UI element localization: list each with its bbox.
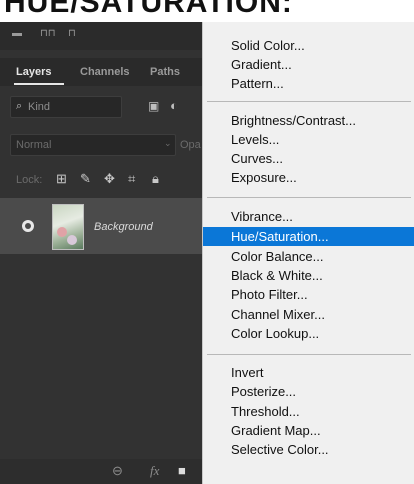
tab-active-indicator — [14, 83, 64, 85]
menu-item-pattern[interactable]: Pattern... — [203, 74, 414, 93]
visibility-eye-icon[interactable] — [22, 220, 34, 232]
thumbnail-flower — [57, 227, 67, 237]
filter-adjustment-icon[interactable]: ◐ — [170, 98, 178, 113]
opacity-label: Opa — [180, 139, 201, 151]
panel-toolbar-icon[interactable]: ▬ — [12, 28, 22, 39]
kind-filter-select[interactable] — [10, 96, 122, 118]
panel-toolbar-icon[interactable]: ⊓⊓ — [40, 28, 56, 39]
menu-item-channel-mixer[interactable]: Channel Mixer... — [203, 305, 414, 324]
tab-paths[interactable]: Paths — [150, 66, 180, 78]
menu-separator — [207, 354, 411, 355]
lock-label: Lock: — [16, 174, 43, 186]
search-icon: ⌕ — [16, 100, 23, 112]
tutorial-title: HUE/SATURATION: — [4, 0, 293, 19]
menu-item-black-white[interactable]: Black & White... — [203, 266, 414, 285]
lock-move-icon[interactable]: ✥ — [104, 171, 115, 187]
layer-name: Background — [94, 221, 153, 233]
menu-item-threshold[interactable]: Threshold... — [203, 402, 414, 421]
lock-all-icon[interactable]: 🔒︎ — [152, 171, 159, 187]
menu-item-exposure[interactable]: Exposure... — [203, 168, 414, 187]
menu-item-posterize[interactable]: Posterize... — [203, 382, 414, 401]
blend-mode-value: Normal — [16, 139, 52, 151]
tab-channels[interactable]: Channels — [80, 66, 130, 78]
menu-item-selective-color[interactable]: Selective Color... — [203, 440, 414, 459]
mask-icon[interactable]: ■ — [178, 463, 186, 478]
adjustment-layer-menu: Solid Color... Gradient... Pattern... Br… — [202, 22, 414, 484]
top-strip: HUE/SATURATION: — [0, 0, 414, 22]
menu-item-color-lookup[interactable]: Color Lookup... — [203, 324, 414, 343]
menu-item-color-balance[interactable]: Color Balance... — [203, 247, 414, 266]
menu-item-levels[interactable]: Levels... — [203, 130, 414, 149]
menu-separator — [207, 197, 411, 198]
panel-toolbar-icon[interactable]: ⊓ — [68, 28, 76, 39]
menu-item-brightness-contrast[interactable]: Brightness/Contrast... — [203, 111, 414, 130]
menu-item-gradient-map[interactable]: Gradient Map... — [203, 421, 414, 440]
fx-icon[interactable]: fx — [150, 463, 159, 479]
menu-item-photo-filter[interactable]: Photo Filter... — [203, 285, 414, 304]
lock-artboard-icon[interactable]: ⌗ — [128, 171, 135, 187]
menu-item-hue-saturation[interactable]: Hue/Saturation... — [203, 227, 414, 246]
menu-item-solid-color[interactable]: Solid Color... — [203, 36, 414, 55]
chevron-down-icon: ⌄ — [164, 138, 172, 148]
thumbnail-flower — [67, 235, 77, 245]
menu-item-curves[interactable]: Curves... — [203, 149, 414, 168]
menu-separator — [207, 101, 411, 102]
filter-pixel-icon[interactable]: ▣ — [148, 99, 159, 113]
menu-item-vibrance[interactable]: Vibrance... — [203, 207, 414, 226]
tab-layers[interactable]: Layers — [16, 66, 51, 78]
layer-thumbnail — [52, 204, 84, 250]
lock-brush-icon[interactable]: ✎ — [80, 171, 91, 187]
kind-filter-label: Kind — [28, 101, 51, 113]
link-icon[interactable]: ⊖ — [112, 463, 123, 479]
lock-transparent-icon[interactable]: ⊞ — [56, 171, 67, 187]
menu-item-gradient[interactable]: Gradient... — [203, 55, 414, 74]
menu-item-invert[interactable]: Invert — [203, 363, 414, 382]
